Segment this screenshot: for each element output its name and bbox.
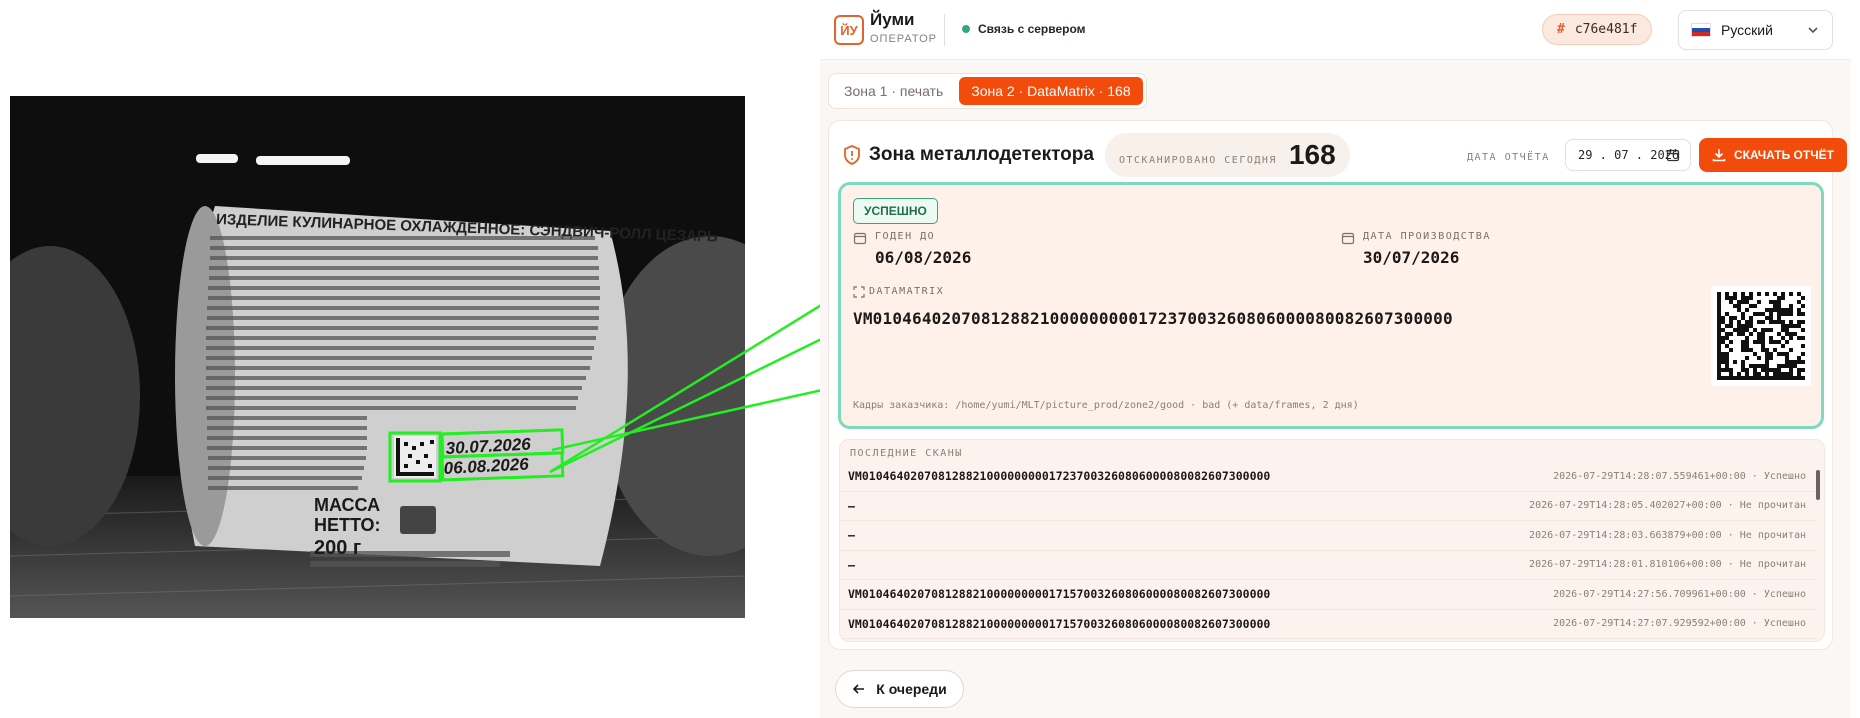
scan-code: VM01046402070812882100000000017157003260… <box>848 616 1271 631</box>
calendar-icon[interactable] <box>1666 148 1680 162</box>
datamatrix-image <box>1711 286 1811 386</box>
zone-card: Зона металлодетектора ОТСКАНИРОВАНО СЕГО… <box>828 120 1847 650</box>
label-datamatrix <box>394 436 436 478</box>
tab-zone-1[interactable]: Зона 1 · печать <box>832 77 955 105</box>
datamatrix-code-graphic <box>1717 292 1805 380</box>
scan-code: VM01046402070812882100000000017237003260… <box>848 469 1271 484</box>
report-date-value: 29 . 07 . 2026 <box>1578 148 1680 162</box>
scan-row[interactable]: VM01046402070812882100000000017237003260… <box>840 462 1816 492</box>
svg-text:200 г: 200 г <box>314 537 361 559</box>
expiry-value: 06/08/2026 <box>875 248 972 267</box>
datamatrix-label: DATAMATRIX <box>869 286 945 297</box>
calendar-icon <box>1341 232 1355 245</box>
scan-row[interactable]: — 2026-07-29T14:28:03.663879+00:00 · Не п… <box>840 521 1816 551</box>
scan-meta: 2026-07-29T14:27:56.709961+00:00 · Успеш… <box>1553 588 1806 600</box>
scan-code: VM01046402070812882100000000017157003260… <box>848 587 1271 602</box>
hash-icon: # <box>1557 22 1565 37</box>
scan-meta: 2026-07-29T14:28:03.663879+00:00 · Не пр… <box>1529 529 1806 541</box>
scan-icon <box>853 286 865 298</box>
scan-meta: 2026-07-29T14:27:07.929592+00:00 · Успеш… <box>1553 618 1806 630</box>
russia-flag-icon <box>1691 23 1711 37</box>
status-dot-icon <box>962 25 970 33</box>
scrollbar[interactable] <box>1816 470 1820 500</box>
production-date-value: 30/07/2026 <box>1363 248 1460 267</box>
frames-note: Кадры заказчика: /home/yumi/MLT/picture_… <box>853 400 1359 411</box>
scan-code: — <box>848 498 855 513</box>
chevron-down-icon <box>1808 27 1818 34</box>
scan-row[interactable]: — 2026-07-29T14:28:05.402027+00:00 · Не п… <box>840 492 1816 521</box>
scan-meta: 2026-07-29T14:28:01.810106+00:00 · Не пр… <box>1529 559 1806 571</box>
arrow-left-icon <box>853 684 865 694</box>
status-badge: УСПЕШНО <box>853 198 938 224</box>
camera-image: ИЗДЕЛИЕ КУЛИНАРНОЕ ОХЛАЖДЕННОЕ: СЭНДВИЧ-… <box>10 96 745 618</box>
scan-row[interactable]: — 2026-07-29T14:28:01.810106+00:00 · Не п… <box>840 551 1816 580</box>
calendar-icon <box>853 232 867 245</box>
tab-zone-2[interactable]: Зона 2 · DataMatrix · 168 <box>959 77 1143 105</box>
scan-code: — <box>848 528 855 543</box>
language-select[interactable]: Русский <box>1678 10 1833 50</box>
app-name: Йуми <box>870 10 915 29</box>
back-to-queue-button[interactable]: К очереди <box>835 670 964 708</box>
scan-list[interactable]: VM01046402070812882100000000017237003260… <box>840 462 1816 639</box>
production-date-label: ДАТА ПРОИЗВОДСТВА <box>1363 231 1491 242</box>
header-divider <box>944 14 945 46</box>
expiry-label: ГОДЕН ДО <box>875 231 936 242</box>
language-label: Русский <box>1721 22 1773 38</box>
app-logo: ЙУ <box>834 15 864 45</box>
scanned-today-label: ОТСКАНИРОВАНО СЕГОДНЯ <box>1119 154 1277 166</box>
scan-meta: 2026-07-29T14:28:05.402027+00:00 · Не пр… <box>1529 500 1806 512</box>
scan-meta: 2026-07-29T14:28:07.559461+00:00 · Успеш… <box>1553 470 1806 482</box>
operator-app: ЙУ Йуми ОПЕРАТОР Связь с сервером # c76e… <box>820 0 1850 718</box>
scan-code: — <box>848 557 855 572</box>
camera-frame: ИЗДЕЛИЕ КУЛИНАРНОЕ ОХЛАЖДЕННОЕ: СЭНДВИЧ-… <box>10 96 745 618</box>
session-chip[interactable]: # c76e481f <box>1542 14 1653 45</box>
download-icon <box>1712 149 1726 162</box>
zone-title-row: Зона металлодетектора ОТСКАНИРОВАНО СЕГО… <box>843 133 1847 177</box>
zone-title: Зона металлодетектора <box>869 144 1094 165</box>
label-mass: МАССА <box>314 495 380 515</box>
recent-scans: ПОСЛЕДНИЕ СКАНЫ VM0104640207081288210000… <box>839 439 1825 642</box>
download-report-label: СКАЧАТЬ ОТЧЁТ <box>1734 148 1834 162</box>
report-date-label: ДАТА ОТЧЁТА <box>1467 152 1550 163</box>
connection-status-label: Связь с сервером <box>978 22 1086 36</box>
zone-tabs: Зона 1 · печать Зона 2 · DataMatrix · 16… <box>828 73 1147 109</box>
recent-scans-title: ПОСЛЕДНИЕ СКАНЫ <box>850 448 963 459</box>
scan-result-panel: УСПЕШНО ГОДЕН ДО 06/08/2026 ДАТА ПРОИЗВО… <box>838 182 1824 429</box>
scanned-today-chip: ОТСКАНИРОВАНО СЕГОДНЯ 168 <box>1105 133 1350 177</box>
download-report-button[interactable]: СКАЧАТЬ ОТЧЁТ <box>1699 138 1847 172</box>
session-id: c76e481f <box>1574 22 1638 37</box>
shield-alert-icon <box>844 145 860 165</box>
app-header: ЙУ Йуми ОПЕРАТОР Связь с сервером # c76e… <box>820 0 1850 60</box>
connection-status: Связь с сервером <box>962 22 1086 36</box>
back-to-queue-label: К очереди <box>876 681 947 697</box>
datamatrix-value: VM01046402070812882100000000017237003260… <box>853 309 1453 328</box>
scan-row[interactable]: VM01046402070812882100000000017157003260… <box>840 610 1816 639</box>
scan-row[interactable]: VM01046402070812882100000000017157003260… <box>840 580 1816 610</box>
report-date-input[interactable]: 29 . 07 . 2026 <box>1565 139 1691 171</box>
app-role: ОПЕРАТОР <box>870 33 937 45</box>
svg-text:НЕТТО:: НЕТТО: <box>314 515 381 535</box>
scanned-today-count: 168 <box>1288 139 1336 170</box>
